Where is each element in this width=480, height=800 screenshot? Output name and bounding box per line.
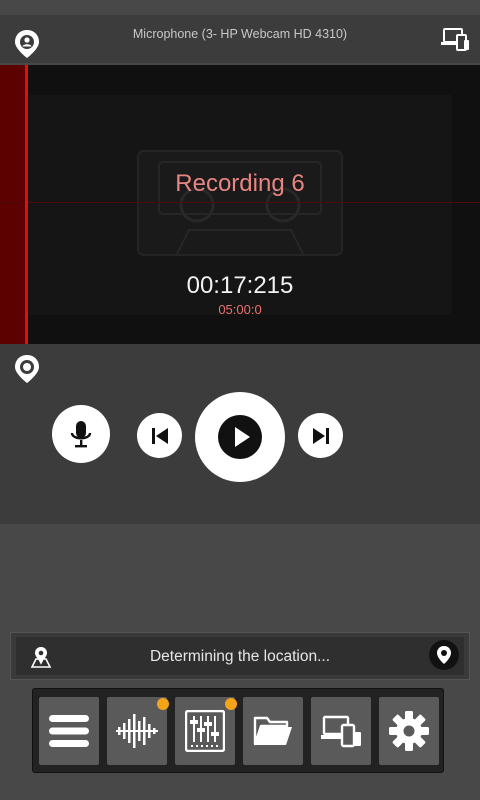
- folder-icon: [253, 716, 292, 746]
- microphone-icon: [70, 421, 92, 448]
- devices-button[interactable]: [311, 697, 371, 765]
- location-pin-icon[interactable]: [14, 354, 40, 384]
- play-button[interactable]: [195, 392, 285, 482]
- elapsed-time: 00:17:215: [186, 272, 294, 299]
- devices-icon: [321, 715, 361, 748]
- audio-waveform-icon: [116, 714, 158, 748]
- previous-button[interactable]: [137, 413, 182, 458]
- settings-button[interactable]: [379, 697, 439, 765]
- microphone-button[interactable]: [52, 405, 110, 463]
- microphone-label[interactable]: Microphone (3- HP Webcam HD 4310): [0, 27, 480, 41]
- skip-next-icon: [312, 427, 329, 444]
- next-button[interactable]: [298, 413, 343, 458]
- mixer-icon: [185, 710, 225, 752]
- devices-icon[interactable]: [440, 27, 470, 53]
- recording-title[interactable]: Recording 6: [0, 170, 480, 198]
- menu-icon: [49, 715, 89, 747]
- waveform-button[interactable]: [107, 697, 169, 765]
- locate-button[interactable]: [429, 640, 459, 670]
- waveform-display[interactable]: Recording 6 00:17:215 05:00:0: [0, 65, 480, 344]
- location-pin-icon: [437, 646, 451, 664]
- play-icon: [218, 415, 262, 459]
- location-bar: Determining the location...: [10, 632, 470, 680]
- controls-panel: [0, 344, 480, 524]
- top-bar: Microphone (3- HP Webcam HD 4310): [0, 15, 480, 63]
- menu-button[interactable]: [39, 697, 99, 765]
- notification-badge: [225, 698, 237, 710]
- gear-icon: [389, 711, 429, 751]
- location-status: Determining the location...: [149, 648, 331, 665]
- time-limit: 05:00:0: [218, 302, 262, 317]
- location-bar-inner: Determining the location...: [16, 637, 464, 675]
- bottom-toolbar: [32, 688, 444, 773]
- folder-button[interactable]: [243, 697, 303, 765]
- mixer-button[interactable]: [175, 697, 237, 765]
- skip-previous-icon: [151, 427, 168, 444]
- notification-badge: [157, 698, 169, 710]
- waveform-center-line: [0, 202, 480, 203]
- cassette-icon: [137, 150, 343, 256]
